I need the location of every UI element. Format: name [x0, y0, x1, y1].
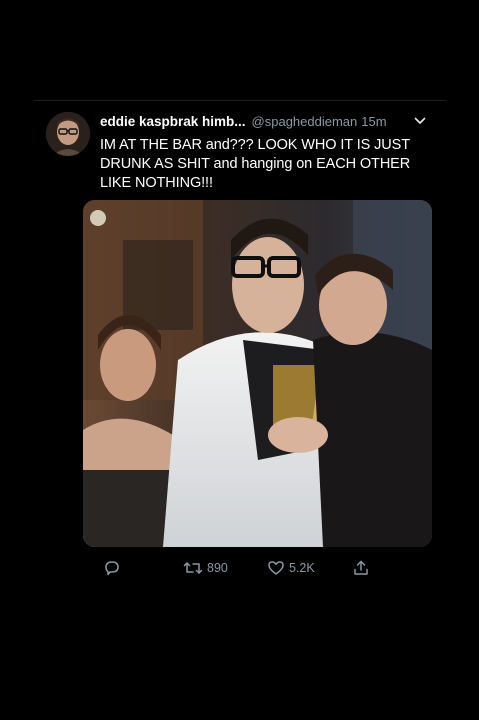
media-image: [83, 200, 432, 547]
like-count: 5.2K: [289, 561, 315, 575]
share-icon: [354, 560, 368, 575]
reply-button[interactable]: [103, 557, 125, 579]
tweet[interactable]: eddie kaspbrak himb... @spagheddieman 15m …: [0, 0, 479, 720]
avatar-image: [46, 112, 90, 156]
share-button[interactable]: [352, 557, 370, 579]
display-name[interactable]: eddie kaspbrak himb...: [100, 114, 246, 129]
retweet-button[interactable]: 890: [183, 557, 228, 579]
tweet-actions: 890 5.2K: [0, 557, 479, 581]
tweet-text: IM AT THE BAR and??? LOOK WHO IT IS JUST…: [100, 137, 411, 191]
tweet-media[interactable]: [83, 200, 432, 547]
retweet-icon: [183, 562, 203, 574]
user-handle[interactable]: @spagheddieman: [252, 114, 358, 129]
retweet-count: 890: [207, 561, 228, 575]
heart-icon: [268, 561, 284, 575]
chevron-down-icon[interactable]: [413, 114, 427, 128]
reply-icon: [105, 561, 119, 576]
tweet-header: eddie kaspbrak himb... @spagheddieman 15m: [100, 112, 440, 132]
like-button[interactable]: 5.2K: [267, 557, 315, 579]
avatar[interactable]: [46, 112, 90, 156]
timestamp[interactable]: 15m: [361, 114, 386, 129]
